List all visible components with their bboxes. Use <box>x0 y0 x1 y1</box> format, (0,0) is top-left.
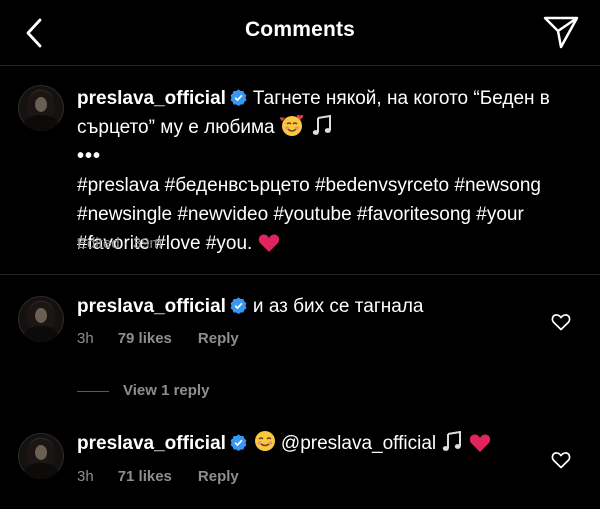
comment-username[interactable]: preslava_official <box>77 296 226 317</box>
view-replies-link[interactable]: View 1 reply <box>123 382 209 399</box>
page-title: Comments <box>244 18 356 41</box>
caption: preslava_official Тагнете някой, на когот… <box>77 84 567 258</box>
like-count[interactable]: 71 likes <box>118 468 172 485</box>
send-icon[interactable] <box>542 14 580 50</box>
verified-icon <box>230 89 247 106</box>
avatar[interactable] <box>18 85 64 131</box>
comment-meta: 3h 71 likes Reply <box>77 468 265 485</box>
view-replies-line <box>77 391 109 392</box>
red-heart-emoji <box>469 434 490 452</box>
edited-time: Edited · 39m <box>77 235 163 252</box>
avatar[interactable] <box>18 433 64 479</box>
smiling-face-closed-eyes-emoji <box>254 431 275 451</box>
comment-time: 3h <box>77 468 94 485</box>
caption-meta: Edited · 39m <box>77 235 162 252</box>
heart-icon[interactable] <box>551 451 571 469</box>
reply-button[interactable]: Reply <box>198 468 239 485</box>
caption-username[interactable]: preslava_official <box>77 88 226 109</box>
music-notes-emoji <box>443 431 462 451</box>
comment-username[interactable]: preslava_official <box>77 433 226 454</box>
divider <box>0 274 600 275</box>
mention-link[interactable]: @preslava_official <box>281 433 436 454</box>
music-notes-emoji <box>312 115 332 135</box>
more-dots[interactable]: ••• <box>77 145 101 167</box>
comment-text: и аз бих се тагнала <box>252 296 424 317</box>
header: Comments <box>0 0 600 66</box>
comment-text-block: preslava_official @preslava_official <box>77 429 567 458</box>
heart-icon[interactable] <box>551 313 571 331</box>
like-count[interactable]: 79 likes <box>118 330 172 347</box>
comment-time: 3h <box>77 330 94 347</box>
smiling-face-hearts-emoji <box>279 114 304 136</box>
comment-text-block: preslava_official и аз бих се тагнала <box>77 292 567 321</box>
avatar[interactable] <box>18 296 64 342</box>
comment-meta: 3h 79 likes Reply <box>77 330 265 347</box>
reply-button[interactable]: Reply <box>198 330 239 347</box>
red-heart-emoji <box>258 234 279 252</box>
verified-icon <box>230 434 247 451</box>
verified-icon <box>230 297 247 314</box>
